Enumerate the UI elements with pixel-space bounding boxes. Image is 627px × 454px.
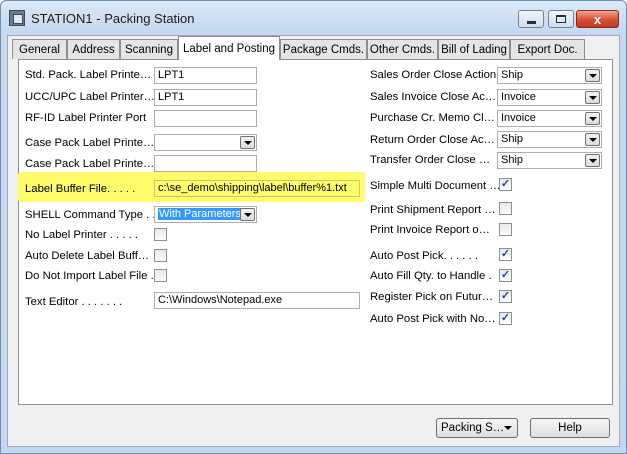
return-order-close-action-label: Return Order Close Ac… <box>370 134 495 146</box>
close-icon: x <box>593 11 602 27</box>
sales-invoice-close-action-label: Sales Invoice Close Ac… <box>370 91 497 103</box>
label-buffer-file-label: Label Buffer File. . . . . <box>25 183 136 195</box>
case-pack-label-printer-2-field[interactable] <box>154 155 257 172</box>
chevron-down-icon[interactable] <box>585 133 600 146</box>
print-shipment-report-checkbox[interactable] <box>499 202 512 215</box>
label-buffer-file-field[interactable]: c:\se_demo\shipping\label\buffer%1.txt <box>154 180 360 197</box>
register-pick-on-future-checkbox[interactable]: ✓ <box>499 290 512 303</box>
auto-post-pick-with-no-label: Auto Post Pick with No… <box>370 313 496 325</box>
simple-multi-document-checkbox[interactable]: ✓ <box>499 178 512 191</box>
minimize-button[interactable] <box>518 10 544 28</box>
auto-fill-qty-checkbox[interactable]: ✓ <box>499 269 512 282</box>
case-pack-label-printer-label: Case Pack Label Printe… <box>25 137 155 149</box>
auto-post-pick-checkbox[interactable]: ✓ <box>499 248 512 261</box>
register-pick-on-future-label: Register Pick on Futur… <box>370 291 494 303</box>
maximize-button[interactable] <box>548 10 574 28</box>
tab-other-cmds[interactable]: Other Cmds. <box>367 39 438 59</box>
packing-station-menu-button[interactable]: Packing S… <box>436 418 518 438</box>
std-pack-label-printer-label: Std. Pack. Label Printe… <box>25 69 152 81</box>
auto-fill-qty-label: Auto Fill Qty. to Handle . <box>370 270 492 282</box>
text-editor-label: Text Editor . . . . . . . <box>25 296 123 308</box>
return-order-close-action-combo[interactable]: Ship <box>497 131 602 148</box>
sales-invoice-close-action-combo[interactable]: Invoice <box>497 89 602 106</box>
chevron-down-icon[interactable] <box>585 69 600 82</box>
ucc-upc-label-printer-field[interactable]: LPT1 <box>154 89 257 106</box>
tab-package-cmds[interactable]: Package Cmds. <box>280 39 367 59</box>
tab-label: Address <box>72 43 115 56</box>
chevron-down-icon <box>504 426 512 430</box>
tab-general[interactable]: General <box>12 39 67 59</box>
chevron-down-icon[interactable] <box>240 208 255 221</box>
maximize-icon <box>556 15 566 23</box>
std-pack-label-printer-field[interactable]: LPT1 <box>154 67 257 84</box>
tab-label: Label and Posting <box>182 42 276 55</box>
tab-label: Other Cmds. <box>369 43 436 56</box>
transfer-order-close-label: Transfer Order Close … <box>370 154 491 166</box>
text-editor-field[interactable]: C:\Windows\Notepad.exe <box>154 292 360 309</box>
chevron-down-icon[interactable] <box>585 91 600 104</box>
button-label: Help <box>558 422 582 434</box>
print-invoice-report-label: Print Invoice Report o… <box>370 224 490 236</box>
minimize-icon <box>526 21 536 24</box>
help-button[interactable]: Help <box>530 418 610 438</box>
shell-command-type-combo[interactable]: With Parameters <box>154 206 257 223</box>
auto-delete-label-buffer-checkbox[interactable] <box>154 249 167 262</box>
button-label: Packing S… <box>441 422 505 434</box>
combo-value: Ship <box>501 69 524 81</box>
tab-label: Export Doc. <box>517 43 578 56</box>
chevron-down-icon[interactable] <box>585 112 600 125</box>
sales-order-close-action-combo[interactable]: Ship <box>497 67 602 84</box>
no-label-printer-checkbox[interactable] <box>154 228 167 241</box>
simple-multi-document-label: Simple Multi Document … <box>370 180 501 192</box>
combo-value: Ship <box>501 154 524 166</box>
transfer-order-close-combo[interactable]: Ship <box>497 152 602 169</box>
case-pack-label-printer-2-label: Case Pack Label Printe… <box>25 158 155 170</box>
tab-label-and-posting[interactable]: Label and Posting <box>178 36 280 60</box>
no-label-printer-label: No Label Printer . . . . . <box>25 229 139 241</box>
ucc-upc-label-printer-label: UCC/UPC Label Printer… <box>25 91 155 103</box>
chevron-down-icon[interactable] <box>240 136 255 149</box>
tab-address[interactable]: Address <box>67 39 120 59</box>
combo-value: With Parameters <box>158 208 242 220</box>
window-title: STATION1 - Packing Station <box>31 11 195 26</box>
do-not-import-label-file-checkbox[interactable] <box>154 269 167 282</box>
print-invoice-report-checkbox[interactable] <box>499 223 512 236</box>
print-shipment-report-label: Print Shipment Report … <box>370 204 496 216</box>
purchase-cr-memo-close-combo[interactable]: Invoice <box>497 110 602 127</box>
auto-post-pick-with-no-checkbox[interactable]: ✓ <box>499 312 512 325</box>
tab-export-doc[interactable]: Export Doc. <box>510 39 585 59</box>
app-icon <box>9 10 25 26</box>
tab-label: Bill of Lading <box>441 43 507 56</box>
tab-label: Package Cmds. <box>282 43 365 56</box>
tab-label: General <box>19 43 60 56</box>
auto-delete-label-buffer-label: Auto Delete Label Buff… <box>25 250 150 262</box>
close-button[interactable]: x <box>576 10 619 28</box>
rfid-label-printer-port-field[interactable] <box>154 110 257 127</box>
case-pack-label-printer-combo[interactable] <box>154 134 257 151</box>
tab-label: Scanning <box>125 43 173 56</box>
chevron-down-icon[interactable] <box>585 154 600 167</box>
combo-value: Ship <box>501 133 524 145</box>
tab-bill-of-lading[interactable]: Bill of Lading <box>438 39 510 59</box>
purchase-cr-memo-close-label: Purchase Cr. Memo Cl… <box>370 112 495 124</box>
auto-post-pick-label: Auto Post Pick. . . . . . <box>370 250 478 262</box>
rfid-label-printer-port-label: RF-ID Label Printer Port <box>25 112 147 124</box>
title-bar[interactable]: STATION1 - Packing Station x <box>1 1 626 35</box>
shell-command-type-label: SHELL Command Type . . <box>25 209 156 221</box>
sales-order-close-action-label: Sales Order Close Action. <box>370 69 500 81</box>
combo-value: Invoice <box>501 91 536 103</box>
do-not-import-label-file-label: Do Not Import Label File . <box>25 270 154 282</box>
combo-value: Invoice <box>501 112 536 124</box>
tab-scanning[interactable]: Scanning <box>120 39 178 59</box>
